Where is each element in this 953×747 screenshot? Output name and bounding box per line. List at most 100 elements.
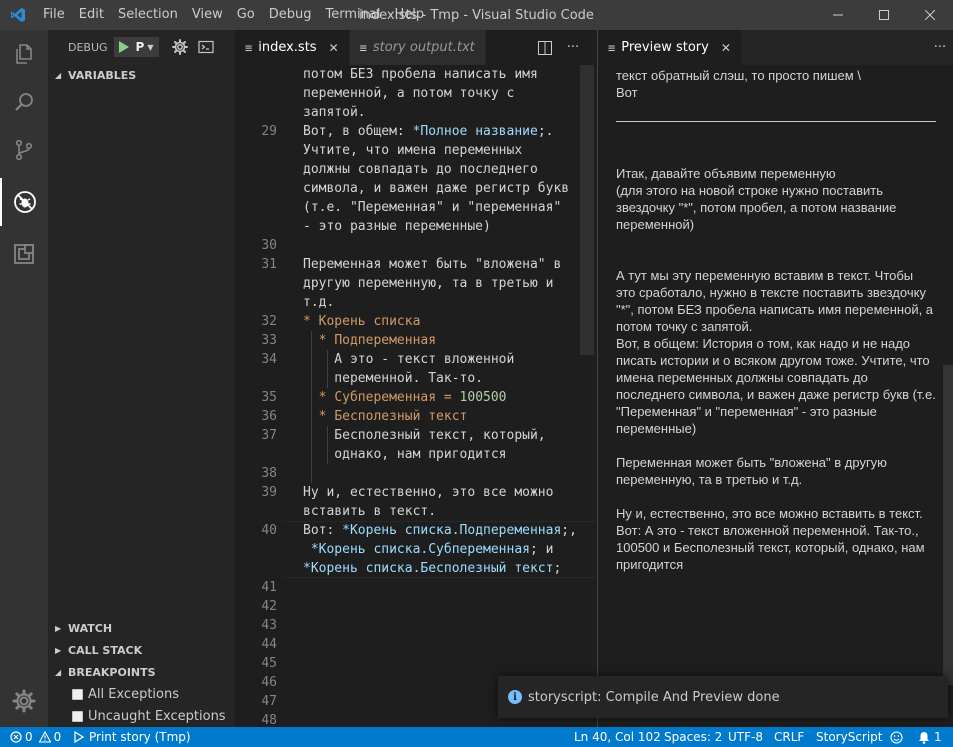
code-line[interactable]: символа, и важен даже регистр букв — [235, 179, 596, 198]
preview-scrollbar[interactable] — [943, 365, 953, 685]
problems-indicator[interactable]: 0 0 — [10, 727, 61, 747]
code-line[interactable]: 34 А это - текст вложенной — [235, 350, 596, 369]
activity-bar — [0, 30, 48, 727]
indentation[interactable]: Spaces: 2 — [664, 727, 722, 747]
code-line[interactable]: 41 — [235, 578, 596, 597]
checkbox[interactable] — [72, 688, 83, 700]
line-text: запятой. — [303, 103, 366, 122]
code-line[interactable]: переменной, а потом точку с — [235, 84, 596, 103]
token: запятой. — [303, 105, 366, 120]
encoding[interactable]: UTF-8 — [728, 727, 763, 747]
code-line[interactable]: 38 — [235, 464, 596, 483]
code-line[interactable]: вставить в текст. — [235, 502, 596, 521]
window-controls — [815, 0, 953, 30]
close-icon[interactable]: ✕ — [721, 41, 731, 55]
section-watch[interactable]: ▶ WATCH — [48, 617, 235, 639]
notifications-indicator[interactable]: 1 — [918, 727, 942, 747]
scrollbar-thumb[interactable] — [580, 65, 594, 355]
code-line[interactable]: 31 Переменная может быть "вложена" в — [235, 255, 596, 274]
debug-icon[interactable] — [0, 178, 48, 226]
code-line[interactable]: 35 * Субпеременная = 100500 — [235, 388, 596, 407]
tab-story-output[interactable]: ≡ story output.txt — [349, 30, 486, 65]
code-line[interactable]: 44 — [235, 635, 596, 654]
code-line[interactable]: Учтите, что имена переменных — [235, 141, 596, 160]
code-line[interactable]: другую переменную, та в третью и — [235, 274, 596, 293]
minimize-icon[interactable] — [815, 0, 861, 30]
explorer-icon[interactable] — [0, 30, 48, 78]
code-editor[interactable]: потом БЕЗ пробела написать имя переменной… — [235, 65, 596, 727]
menu-debug[interactable]: Debug — [262, 0, 319, 30]
debug-config-select[interactable]: P ▼ — [113, 37, 159, 57]
code-line[interactable]: 39 Ну и, естественно, это все можно — [235, 483, 596, 502]
section-breakpoints[interactable]: ◢ BREAKPOINTS — [48, 661, 235, 683]
breakpoint-label: Uncaught Exceptions — [88, 708, 226, 724]
maximize-icon[interactable] — [861, 0, 907, 30]
line-ending[interactable]: CRLF — [774, 727, 804, 747]
menu-help[interactable]: Help — [387, 0, 431, 30]
code-line[interactable]: переменной. Так-то. — [235, 369, 596, 388]
breakpoint-all-exceptions[interactable]: All Exceptions — [72, 683, 179, 705]
code-line[interactable]: 37 Бесполезный текст, который, — [235, 426, 596, 445]
code-line[interactable]: 30 — [235, 236, 596, 255]
line-text: *Корень списка.Бесполезный текст; — [303, 559, 561, 578]
code-line[interactable]: - это разные переменные) — [235, 217, 596, 236]
section-variables[interactable]: ◢ VARIABLES — [48, 64, 235, 86]
feedback-smiley-icon[interactable] — [890, 727, 903, 747]
section-call-stack[interactable]: ▶ CALL STACK — [48, 639, 235, 661]
line-text: * Корень списка — [303, 312, 420, 331]
more-actions-icon[interactable]: ··· — [926, 40, 953, 55]
status-bar: 0 0 Print story (Tmp) Ln 40, Col 102 Spa… — [0, 727, 953, 747]
more-actions-icon[interactable]: ··· — [559, 40, 587, 55]
code-line[interactable]: 42 — [235, 597, 596, 616]
code-line[interactable]: (т.е. "Переменная" и "переменная" — [235, 198, 596, 217]
code-line[interactable]: должны совпадать до последнего — [235, 160, 596, 179]
debug-target[interactable]: Print story (Tmp) — [74, 727, 191, 747]
code-line[interactable]: однако, нам пригодится — [235, 445, 596, 464]
code-line[interactable]: 32 * Корень списка — [235, 312, 596, 331]
code-line[interactable]: т.д. — [235, 293, 596, 312]
code-line[interactable]: 33 * Подпеременная — [235, 331, 596, 350]
settings-gear-icon[interactable] — [0, 677, 48, 725]
notification-toast: i storyscript: Compile And Preview done — [498, 676, 948, 718]
code-line[interactable]: потом БЕЗ пробела написать имя — [235, 65, 596, 84]
menu-go[interactable]: Go — [230, 0, 262, 30]
code-line[interactable]: 36 * Бесполезный текст — [235, 407, 596, 426]
menu-view[interactable]: View — [185, 0, 230, 30]
code-line[interactable]: запятой. — [235, 103, 596, 122]
code-line[interactable]: 29 Вот, в общем: *Полное название;. — [235, 122, 596, 141]
checkbox[interactable] — [72, 710, 83, 722]
menu-file[interactable]: File — [36, 0, 72, 30]
language-mode[interactable]: StoryScript — [816, 727, 883, 747]
code-line[interactable]: 45 — [235, 654, 596, 673]
debug-console-icon[interactable] — [195, 36, 217, 58]
breakpoint-uncaught-exceptions[interactable]: Uncaught Exceptions — [72, 705, 226, 727]
source-control-icon[interactable] — [0, 126, 48, 174]
code-line[interactable]: 43 — [235, 616, 596, 635]
token: - это разные переменные) — [303, 219, 491, 234]
extensions-icon[interactable] — [0, 230, 48, 278]
token: * — [303, 314, 319, 329]
line-number: 42 — [261, 599, 277, 614]
editor-scrollbar[interactable] — [580, 65, 594, 727]
search-icon[interactable] — [0, 78, 48, 126]
menu-terminal[interactable]: Terminal — [319, 0, 388, 30]
line-number: 36 — [261, 409, 277, 424]
token: Переменная может быть "вложена" в — [303, 257, 562, 272]
cursor-position[interactable]: Ln 40, Col 102 — [574, 727, 661, 747]
close-icon[interactable]: ✕ — [329, 41, 339, 55]
token: ;. — [537, 124, 554, 139]
code-line[interactable]: 40 Вот: *Корень списка.Подпеременная;, — [235, 521, 596, 540]
file-lines-icon: ≡ — [359, 40, 367, 55]
horizontal-rule — [616, 121, 936, 122]
line-text: * Бесполезный текст — [303, 407, 468, 426]
code-line[interactable]: *Корень списка.Бесполезный текст; — [235, 559, 596, 578]
tab-index-sts[interactable]: ≡ index.sts ✕ — [235, 30, 350, 65]
debug-settings-gear-icon[interactable] — [169, 36, 191, 58]
split-editor-icon[interactable] — [531, 40, 559, 55]
menu-edit[interactable]: Edit — [72, 0, 111, 30]
code-line[interactable]: *Корень списка.Субпеременная; и — [235, 540, 596, 559]
start-debugging-icon[interactable] — [115, 38, 133, 56]
close-window-icon[interactable] — [907, 0, 953, 30]
menu-selection[interactable]: Selection — [111, 0, 185, 30]
tab-preview-story[interactable]: ≡ Preview story ✕ — [598, 30, 742, 65]
